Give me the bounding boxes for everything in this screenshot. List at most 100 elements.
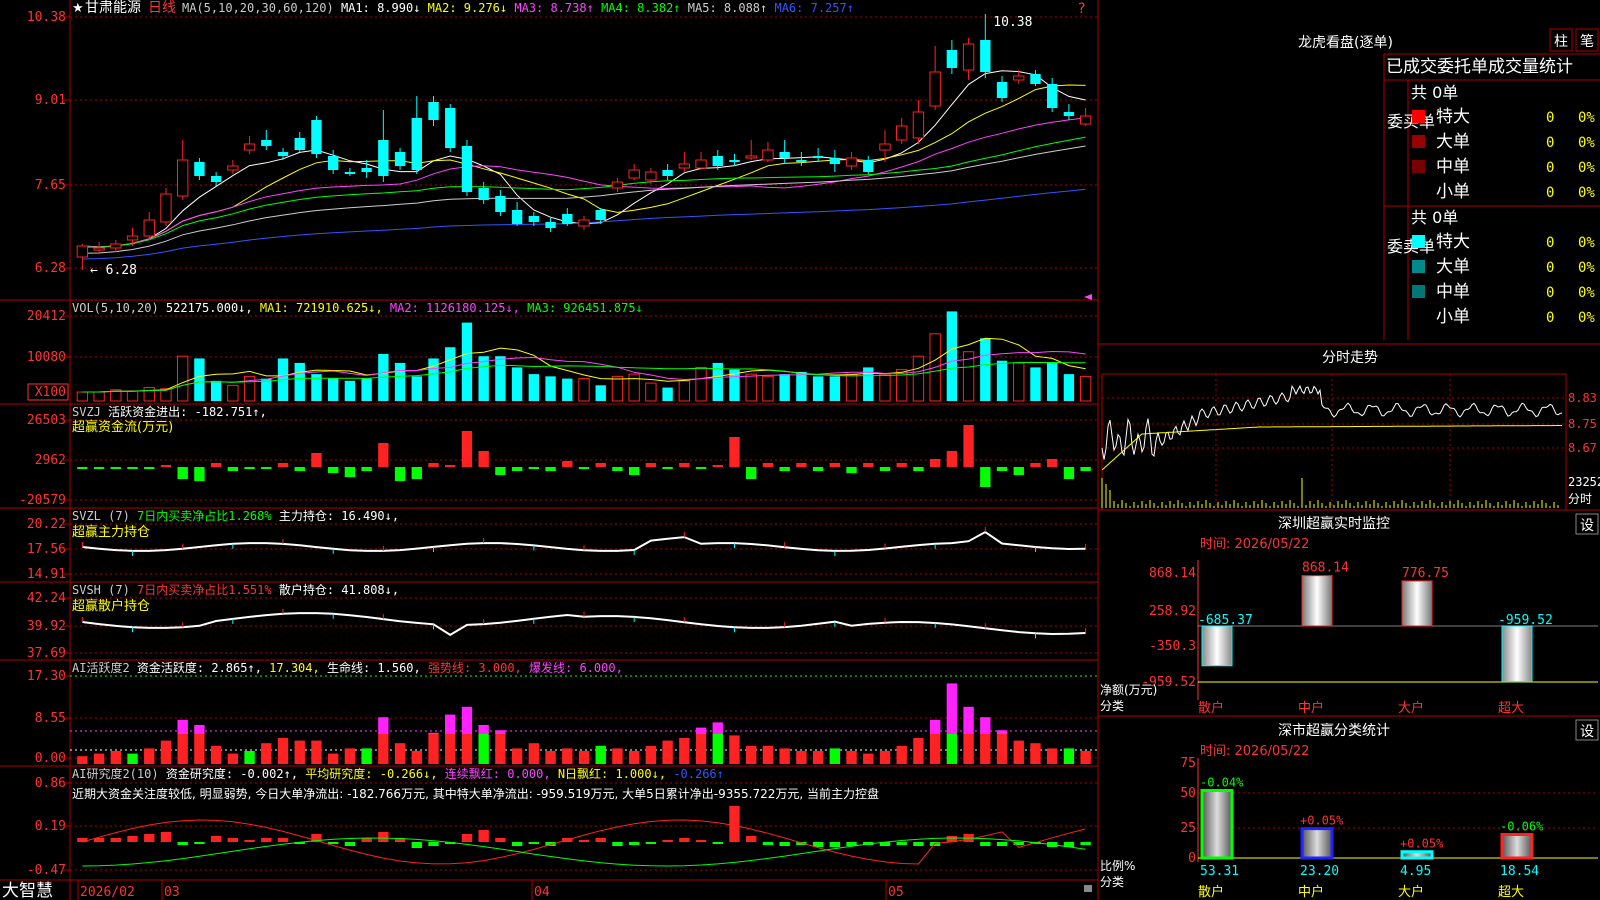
terminal-canvas: 10.38 9.01 7.65 6.28 10.38 ← 6.28 ★ 甘肃能源 日线… [0, 0, 1600, 900]
volume-bar [946, 311, 958, 401]
candle[interactable] [628, 164, 640, 180]
volume-panel[interactable]: 20412 10080 X100 VOL(5,10,20) 522175.000↓,… [27, 301, 1098, 402]
candle[interactable] [1063, 104, 1075, 120]
activity-bar [963, 734, 974, 764]
candle[interactable] [1030, 70, 1041, 86]
candle[interactable] [779, 140, 790, 164]
sz-monitor-panel[interactable]: 深圳超赢实时监控 设 时间: 2026/05/22 868.14 258.92 -3… [1100, 513, 1599, 716]
candle[interactable] [929, 46, 941, 110]
ai-research-panel[interactable]: 0.86 0.19 -0.47 AI研究度2(10) 资金研究度: -0.002↑,… [27, 766, 1098, 878]
volume-unit-label: X100 [35, 385, 66, 400]
research-bar [344, 842, 356, 846]
order-count: 0 [1546, 110, 1554, 126]
candle[interactable] [294, 132, 305, 152]
candle[interactable] [428, 96, 439, 126]
candle[interactable] [578, 216, 590, 230]
research-bar [729, 806, 740, 842]
svzl-line [81, 527, 1087, 556]
candle[interactable] [896, 118, 908, 144]
candle[interactable] [227, 160, 239, 174]
monitor-bar-value: -959.52 [1498, 613, 1553, 628]
candle[interactable] [177, 140, 189, 200]
order-type-label: 中单 [1436, 157, 1470, 177]
candle[interactable] [662, 164, 673, 180]
candle[interactable] [695, 152, 707, 170]
candle[interactable] [378, 110, 389, 182]
candle[interactable] [678, 152, 691, 172]
candle[interactable] [611, 178, 624, 192]
candle[interactable] [160, 188, 172, 226]
activity-bar [1030, 743, 1041, 764]
candle[interactable] [562, 208, 573, 226]
price-panel[interactable]: 10.38 9.01 7.65 6.28 10.38 ← 6.28 ★ 甘肃能源 日线… [27, 0, 1098, 278]
date-tick: 03 [164, 885, 180, 900]
ai-activity-panel[interactable]: 17.30 8.55 0.00 AI活跃度2 资金活跃度: 2.865↑, 17.3… [27, 660, 1098, 766]
monitor-bar-value: 776.75 [1402, 566, 1449, 581]
order-type-label: 特大 [1436, 107, 1470, 127]
candle[interactable] [277, 148, 289, 160]
stats-change: -0.04% [1200, 775, 1244, 789]
ai-research-comment: 近期大资金关注度较低, 明显弱势, 今日大单净流出: -182.766万元, 其… [72, 786, 879, 801]
candle[interactable] [261, 130, 272, 150]
candle[interactable] [762, 142, 774, 162]
volume-bar [227, 384, 239, 402]
volume-bar [126, 390, 139, 402]
svzj-panel[interactable]: 265032962-20579 SVZJ 活跃资金进出: -182.751↑, … [19, 404, 1098, 508]
period-label[interactable]: 日线 [148, 0, 176, 16]
candle[interactable] [1079, 108, 1092, 126]
candle[interactable] [996, 76, 1008, 102]
svsh-line [81, 608, 1087, 639]
fund-flow-bar [160, 465, 172, 467]
candle[interactable] [745, 140, 757, 160]
candle[interactable] [461, 140, 473, 196]
candle[interactable] [912, 100, 925, 144]
candle[interactable] [194, 158, 205, 180]
fund-flow-bar [645, 463, 657, 467]
lhb-panel[interactable]: 龙虎看盘(逐单) 柱 笔 已成交委托单成交量统计 委买单 委卖单 共 0单 共 … [1298, 28, 1600, 340]
candle[interactable] [243, 136, 256, 154]
svsh-panel[interactable]: 42.24 39.92 37.69 SVSH (7) 7日内买卖净占比1.551% … [27, 582, 1098, 661]
candle[interactable] [394, 148, 406, 170]
bi-button[interactable]: 笔 [1580, 34, 1594, 50]
stock-name[interactable]: 甘肃能源 [85, 0, 141, 16]
candle[interactable] [110, 240, 122, 252]
candle[interactable] [1047, 78, 1058, 112]
candle[interactable] [829, 150, 841, 172]
activity-bar [495, 734, 506, 764]
activity-bar [779, 748, 790, 764]
help-icon[interactable]: ? [1078, 1, 1085, 17]
candle[interactable] [962, 38, 975, 80]
candle[interactable] [545, 218, 556, 232]
intraday-panel[interactable]: 分时走势 8.83 8.75 8.67 23252 分时 [1101, 350, 1600, 511]
scroll-left-icon[interactable] [1084, 294, 1092, 300]
order-type-label: 特大 [1436, 232, 1470, 252]
lock-icon[interactable] [1084, 885, 1092, 892]
sz-stats-panel[interactable]: 深市超赢分类统计 设 时间: 2026/05/22 75 50 25 0 -0.04% 5… [1100, 719, 1599, 900]
candle[interactable] [344, 168, 356, 176]
candle[interactable] [411, 96, 422, 174]
sz-stats-settings-button[interactable]: 设 [1580, 724, 1594, 740]
zhu-button[interactable]: 柱 [1554, 34, 1568, 50]
activity-bar [361, 748, 372, 764]
candle[interactable] [980, 14, 991, 78]
sz-monitor-settings-button[interactable]: 设 [1580, 518, 1594, 534]
candle[interactable] [361, 160, 372, 178]
candle[interactable] [76, 244, 89, 270]
candle[interactable] [495, 190, 506, 216]
candle[interactable] [311, 116, 322, 158]
candle[interactable] [445, 104, 456, 152]
candlesticks[interactable] [76, 14, 1092, 270]
svzl-panel[interactable]: 20.22 17.56 14.91 SVZL (7) 7日内买卖净占比1.268% … [27, 508, 1098, 582]
candle[interactable] [863, 156, 874, 174]
activity-bar-hot [428, 732, 439, 734]
axis-tick-label: 26503 [27, 413, 66, 428]
candle[interactable] [845, 152, 858, 170]
axis-tick-label: 0.00 [35, 751, 66, 766]
candle[interactable] [812, 148, 824, 162]
candle[interactable] [796, 152, 807, 166]
candle[interactable] [946, 40, 958, 74]
candle[interactable] [511, 202, 523, 226]
candle[interactable] [729, 154, 740, 166]
candle[interactable] [143, 212, 155, 240]
research-bar [277, 838, 289, 842]
